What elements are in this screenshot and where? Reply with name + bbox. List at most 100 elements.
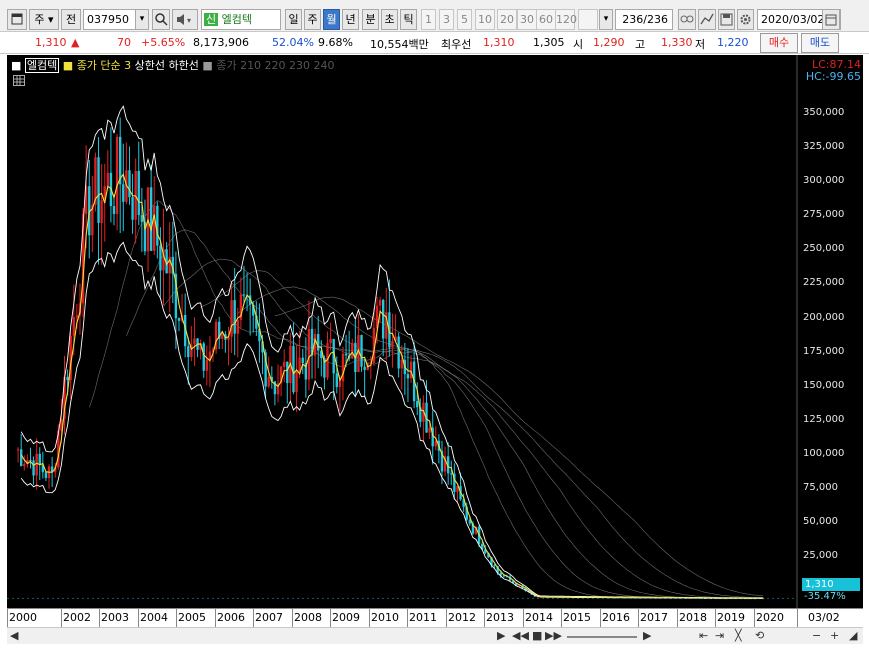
sell-button[interactable]: 매도 — [801, 33, 839, 53]
candle-body — [381, 299, 385, 339]
interval-10[interactable]: 10 — [475, 9, 495, 30]
candle-body — [409, 361, 413, 379]
period-year[interactable]: 년 — [342, 9, 359, 30]
settings-button[interactable] — [737, 9, 754, 30]
candle-body — [149, 187, 153, 251]
code-dropdown-icon[interactable]: ▾ — [135, 9, 149, 30]
candle-body — [335, 373, 338, 388]
x-tick-label: 03/02 — [808, 611, 840, 624]
low-price: 1,220 — [717, 36, 749, 49]
period-week[interactable]: 주 — [304, 9, 321, 30]
prev-button[interactable]: 전 — [61, 9, 81, 30]
period-second[interactable]: 초 — [381, 9, 398, 30]
y-tick-label: 25,000 — [803, 550, 838, 561]
stock-name-field[interactable]: 신 엘컴텍 — [201, 9, 281, 30]
blank-field[interactable] — [578, 9, 598, 30]
chart-scroll-bar[interactable]: ◀ ▶ ◀◀ ■ ▶▶ ▶ ⇤ ⇥ ╳ ⟲ − + ◢ — [7, 627, 863, 644]
type-dropdown[interactable]: 주 ▾ — [29, 9, 59, 30]
scroll-left-icon[interactable]: ◀ — [10, 629, 18, 642]
change-value: 70 — [117, 36, 131, 49]
candle-body — [400, 359, 403, 369]
candle-body — [236, 319, 239, 334]
candle-body — [338, 381, 342, 388]
scroll-end-icon[interactable]: ◢ — [849, 629, 857, 642]
interval-5[interactable]: 5 — [457, 9, 472, 30]
interval-60[interactable]: 60 — [536, 9, 556, 30]
interval-20[interactable]: 20 — [497, 9, 517, 30]
legend-square-icon: ■ — [62, 59, 74, 72]
volume: 8,173,906 — [193, 36, 249, 49]
trade-amount: 10,554백만 — [370, 38, 429, 51]
grid-toggle-icon[interactable] — [13, 75, 25, 86]
y-tick-label: 50,000 — [803, 516, 838, 527]
candle-body — [115, 136, 119, 215]
turnover-ratio: 9.68% — [318, 36, 353, 49]
buy-button[interactable]: 매수 — [760, 33, 798, 53]
x-axis: 2000 2002 2003 2004 2005 2006 2007 2008 … — [7, 608, 863, 628]
up-arrow-icon: ▲ — [71, 36, 80, 49]
stop-icon[interactable]: ■ — [532, 629, 542, 642]
chart-legend: ■ 엘컴텍 ■ 종가 단순 3 상한선 하한선 ■ 종가 210 220 230… — [11, 57, 335, 73]
price-chart[interactable]: ■ 엘컴텍 ■ 종가 단순 3 상한선 하한선 ■ 종가 210 220 230… — [7, 55, 863, 608]
candle-body — [363, 366, 366, 370]
candle-body — [242, 294, 246, 296]
candle-body — [153, 205, 156, 251]
candle-body — [233, 300, 236, 334]
y-tick-label: 150,000 — [803, 380, 845, 391]
lower-band-line — [20, 241, 764, 599]
x-tick-label: 2004 — [140, 611, 168, 624]
candle-body — [29, 459, 32, 461]
legend-upper: 상한선 — [134, 59, 166, 72]
candle-body — [428, 427, 431, 433]
x-tick-label: 2007 — [255, 611, 283, 624]
candle-body — [292, 345, 295, 393]
candle-body — [295, 371, 298, 393]
y-tick-label: 125,000 — [803, 414, 845, 425]
candle-body — [406, 374, 410, 379]
candle-body — [267, 376, 270, 387]
candle-body — [16, 449, 20, 451]
trend-line-icon — [700, 13, 714, 25]
scroll-track[interactable] — [567, 636, 637, 638]
sound-button[interactable]: ▾ — [172, 9, 198, 30]
y-tick-label: 250,000 — [803, 243, 845, 254]
save-button[interactable] — [718, 9, 735, 30]
interval-dropdown-icon[interactable]: ▾ — [599, 9, 613, 30]
calendar-button[interactable] — [822, 9, 840, 30]
speaker-icon: ▾ — [177, 14, 191, 25]
rewind-icon[interactable]: ◀◀ — [512, 629, 529, 642]
search-icon — [155, 13, 168, 26]
fast-forward-icon[interactable]: ▶▶ — [545, 629, 562, 642]
line-tool-button[interactable] — [698, 9, 716, 30]
zoom-fit-icon[interactable]: ⇤ — [699, 629, 708, 642]
candle-body — [282, 361, 286, 367]
candle-body — [317, 334, 320, 351]
open-label: 시 — [573, 38, 584, 51]
interval-3[interactable]: 3 — [439, 9, 454, 30]
crosshair-icon[interactable]: ╳ — [735, 629, 742, 642]
window-icon-button[interactable] — [7, 9, 27, 30]
period-tick[interactable]: 틱 — [400, 9, 417, 30]
period-day[interactable]: 일 — [285, 9, 302, 30]
candle-body — [341, 353, 345, 382]
scroll-right-icon[interactable]: ▶ — [643, 629, 651, 642]
zoom-in-icon[interactable]: + — [830, 629, 839, 642]
open-price: 1,290 — [593, 36, 625, 49]
play-icon[interactable]: ▶ — [497, 629, 505, 642]
legend-stock-name: 엘컴텍 — [24, 58, 60, 73]
search-button[interactable] — [152, 9, 170, 30]
stock-name: 엘컴텍 — [221, 13, 252, 26]
period-minute[interactable]: 분 — [362, 9, 379, 30]
interval-120[interactable]: 120 — [555, 9, 577, 30]
interval-1[interactable]: 1 — [421, 9, 436, 30]
quote-info-row: 1,310 ▲ 70 +5.65% 8,173,906 52.04% 9.68%… — [0, 32, 869, 54]
moving-average-line — [20, 173, 764, 599]
period-month[interactable]: 월 — [323, 9, 340, 30]
link-button[interactable] — [678, 9, 696, 30]
interval-30[interactable]: 30 — [517, 9, 537, 30]
reset-icon[interactable]: ⟲ — [755, 629, 764, 642]
zoom-in-range-icon[interactable]: ⇥ — [715, 629, 724, 642]
candle-body — [351, 342, 354, 359]
candle-body — [23, 464, 26, 467]
zoom-out-icon[interactable]: − — [812, 629, 821, 642]
